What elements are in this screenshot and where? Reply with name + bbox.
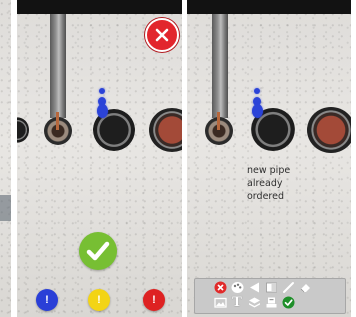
accept-tool-button[interactable]	[281, 296, 295, 309]
fill-tool-button[interactable]	[264, 281, 278, 294]
wall-background	[0, 0, 11, 317]
layers-icon	[248, 297, 260, 308]
valve-stem	[56, 112, 59, 130]
eraser-icon	[300, 284, 310, 293]
valve-stem	[217, 112, 220, 130]
priority-blue-button[interactable]: !	[36, 289, 58, 311]
accept-icon	[282, 296, 294, 309]
delete-tool-button[interactable]	[213, 281, 227, 294]
checkmark-icon	[86, 241, 110, 261]
vertical-pipe	[212, 14, 228, 118]
marker-dot-top[interactable]	[99, 88, 105, 94]
vertical-pipe	[50, 14, 66, 118]
image-tool-button[interactable]	[213, 296, 227, 309]
close-icon	[155, 28, 169, 42]
photo-annotation-panel[interactable]: new pipe already ordered T	[187, 0, 351, 317]
toolbar-row-1	[213, 281, 312, 294]
stamp-icon	[266, 297, 276, 308]
priority-red-button[interactable]: !	[143, 289, 165, 311]
wall-hole-right	[307, 107, 351, 153]
image-icon	[213, 297, 227, 308]
marker-dot-top[interactable]	[254, 88, 260, 94]
close-button[interactable]	[145, 18, 179, 52]
top-bar	[187, 0, 351, 14]
annotation-toolbar: T	[194, 278, 346, 314]
marker-dot-bottom[interactable]	[97, 104, 108, 118]
confirm-button[interactable]	[79, 232, 117, 270]
color-tool-button[interactable]	[230, 281, 244, 294]
exclamation-icon: !	[97, 294, 101, 306]
exclamation-icon: !	[45, 294, 49, 306]
exclamation-icon: !	[152, 294, 156, 306]
wall-shadow	[0, 195, 11, 221]
photo-marking-panel[interactable]: ! ! !	[17, 0, 182, 317]
stamp-tool-button[interactable]	[264, 296, 278, 309]
undo-tool-button[interactable]	[247, 281, 261, 294]
layers-tool-button[interactable]	[247, 296, 261, 309]
eraser-block-icon	[265, 282, 277, 293]
eraser-tool-button[interactable]	[298, 281, 312, 294]
priority-yellow-button[interactable]: !	[88, 289, 110, 311]
pen-icon	[282, 282, 294, 293]
delete-icon	[214, 281, 226, 294]
top-bar	[17, 0, 182, 14]
undo-arrow-icon	[249, 282, 259, 293]
pen-tool-button[interactable]	[281, 281, 295, 294]
color-palette-icon	[231, 282, 243, 293]
previous-photo-panel	[0, 0, 11, 317]
text-tool-button[interactable]: T	[230, 296, 244, 309]
marker-dot-bottom[interactable]	[252, 104, 263, 118]
annotation-text[interactable]: new pipe already ordered	[247, 164, 307, 203]
toolbar-row-2: T	[213, 296, 295, 309]
